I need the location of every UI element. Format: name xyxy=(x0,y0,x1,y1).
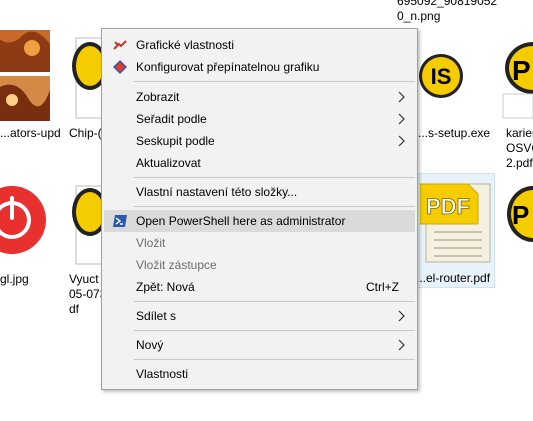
pdf-icon: P xyxy=(500,28,533,120)
menu-separator xyxy=(134,81,415,82)
chevron-right-icon xyxy=(395,310,407,322)
menu-item-label: Seřadit podle xyxy=(136,112,207,126)
file-label: Chip-( xyxy=(69,126,102,140)
chevron-right-icon xyxy=(395,339,407,351)
menu-item-configure-switchable-graphics[interactable]: Konfigurovat přepínatelnou grafiku xyxy=(104,56,415,78)
menu-item-open-powershell-admin[interactable]: Open PowerShell here as administrator xyxy=(104,210,415,232)
file-item-router-pdf[interactable]: PDF ...el-router.pdf xyxy=(415,173,495,288)
menu-item-label: Zpět: Nová xyxy=(136,280,195,294)
chevron-right-icon xyxy=(395,135,407,147)
file-label-png: 695092_90819052 0_n.png xyxy=(397,0,498,23)
menu-separator xyxy=(134,177,415,178)
menu-separator xyxy=(134,301,415,302)
chevron-right-icon xyxy=(395,91,407,103)
menu-item-undo-new[interactable]: Zpět: Nová Ctrl+Z xyxy=(104,276,415,298)
menu-item-refresh[interactable]: Aktualizovat xyxy=(104,152,415,174)
menu-item-label: Nový xyxy=(136,338,164,352)
menu-item-graphics-properties[interactable]: Grafické vlastnosti xyxy=(104,34,415,56)
image-thumbnail xyxy=(0,178,50,266)
menu-item-share-with[interactable]: Sdílet s xyxy=(104,305,415,327)
file-label: ...s-setup.exe xyxy=(418,126,491,140)
menu-item-label: Vložit zástupce xyxy=(136,258,217,272)
file-label: ...ators-upd xyxy=(0,126,61,140)
is-text: IS xyxy=(431,64,452,89)
svg-text:P: P xyxy=(512,200,529,230)
context-menu: Grafické vlastnosti Konfigurovat přepína… xyxy=(101,28,418,390)
menu-item-view[interactable]: Zobrazit xyxy=(104,86,415,108)
shortcut-text: Ctrl+Z xyxy=(366,280,399,294)
file-label: karier OSVČ 2.pdf xyxy=(506,126,533,170)
amd-graphics-icon xyxy=(112,59,128,75)
pdf-icon: PDF xyxy=(419,178,492,263)
pdf-icon: P xyxy=(500,178,533,268)
menu-item-group-by[interactable]: Seskupit podle xyxy=(104,130,415,152)
menu-item-label: Aktualizovat xyxy=(136,156,201,170)
file-item-ators-upd[interactable]: ...ators-upd xyxy=(0,28,61,140)
menu-item-paste-shortcut[interactable]: Vložit zástupce xyxy=(104,254,415,276)
chevron-right-icon xyxy=(395,113,407,125)
file-item-chip[interactable]: Chip-( xyxy=(66,28,108,148)
file-item-vyuct[interactable]: Vyuct 05-073 df xyxy=(66,178,108,318)
file-item-gl-jpg[interactable]: gl.jpg xyxy=(0,178,60,298)
file-label: ...el-router.pdf xyxy=(416,271,491,285)
image-thumbnail xyxy=(0,28,52,123)
menu-item-customize-folder[interactable]: Vlastní nastavení této složky... xyxy=(104,181,415,203)
menu-item-label: Vložit xyxy=(136,236,166,250)
menu-item-label: Vlastní nastavení této složky... xyxy=(136,185,298,199)
installer-icon: IS xyxy=(418,28,490,123)
menu-separator xyxy=(134,330,415,331)
menu-item-sort-by[interactable]: Seřadit podle xyxy=(104,108,415,130)
menu-item-properties[interactable]: Vlastnosti xyxy=(104,363,415,385)
menu-item-paste[interactable]: Vložit xyxy=(104,232,415,254)
menu-item-label: Seskupit podle xyxy=(136,134,215,148)
intel-graphics-icon xyxy=(112,37,128,53)
menu-item-label: Grafické vlastnosti xyxy=(136,38,235,52)
file-label: gl.jpg xyxy=(0,272,29,286)
powershell-icon xyxy=(112,213,128,229)
svg-text:P: P xyxy=(512,55,531,86)
menu-item-label: Open PowerShell here as administrator xyxy=(136,214,346,228)
pdf-text: PDF xyxy=(426,194,470,219)
file-item-setup-exe[interactable]: IS ...s-setup.exe xyxy=(418,28,498,148)
menu-item-label: Zobrazit xyxy=(136,90,180,104)
file-item-karier[interactable]: P karier OSVČ 2.pdf xyxy=(500,28,533,178)
menu-separator xyxy=(134,206,415,207)
menu-item-label: Vlastnosti xyxy=(136,367,189,381)
menu-separator xyxy=(134,359,415,360)
menu-item-new[interactable]: Nový xyxy=(104,334,415,356)
file-item-pdf-right[interactable]: P xyxy=(500,178,533,278)
menu-item-label: Sdílet s xyxy=(136,309,177,323)
menu-item-label: Konfigurovat přepínatelnou grafiku xyxy=(136,60,320,74)
